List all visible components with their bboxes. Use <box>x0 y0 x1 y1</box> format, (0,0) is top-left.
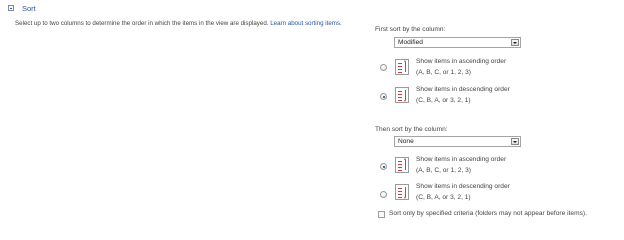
second-sort-ascending-radio[interactable] <box>380 163 387 170</box>
collapse-icon[interactable] <box>8 5 14 11</box>
second-sort-selected-value: None <box>398 138 414 145</box>
sort-descending-icon <box>395 184 409 200</box>
section-title: Sort <box>22 4 36 13</box>
sort-descending-icon <box>395 87 409 103</box>
chevron-down-icon[interactable] <box>511 138 519 145</box>
section-description: Select up to two columns to determine th… <box>15 20 342 27</box>
description-text: Select up to two columns to determine th… <box>15 20 269 27</box>
first-sort-label: First sort by the column: <box>375 26 446 33</box>
second-sort-descending-label: Show items in descending order <box>416 183 510 190</box>
first-sort-descending-label: Show items in descending order <box>416 86 510 93</box>
first-sort-select[interactable]: Modified <box>394 37 521 48</box>
sort-criteria-label: Sort only by specified criteria (folders… <box>389 210 587 217</box>
first-sort-descending-example: (C, B, A, or 3, 2, 1) <box>416 97 471 104</box>
second-sort-label: Then sort by the column: <box>375 126 448 133</box>
first-sort-ascending-label: Show items in ascending order <box>416 58 507 65</box>
second-sort-ascending-label: Show items in ascending order <box>416 156 507 163</box>
first-sort-descending-radio[interactable] <box>380 93 387 100</box>
second-sort-descending-example: (C, B, A, or 3, 2, 1) <box>416 194 471 201</box>
first-sort-ascending-radio[interactable] <box>380 64 387 71</box>
second-sort-ascending-example: (A, B, C, or 1, 2, 3) <box>416 167 471 174</box>
sort-ascending-icon <box>395 59 409 75</box>
sort-criteria-checkbox[interactable] <box>378 211 385 218</box>
first-sort-selected-value: Modified <box>398 39 423 46</box>
second-sort-select[interactable]: None <box>394 136 521 147</box>
chevron-down-icon[interactable] <box>511 39 519 46</box>
learn-about-sorting-link[interactable]: Learn about sorting items. <box>270 20 342 27</box>
first-sort-ascending-example: (A, B, C, or 1, 2, 3) <box>416 69 471 76</box>
second-sort-descending-radio[interactable] <box>380 191 387 198</box>
sort-ascending-icon <box>395 157 409 173</box>
